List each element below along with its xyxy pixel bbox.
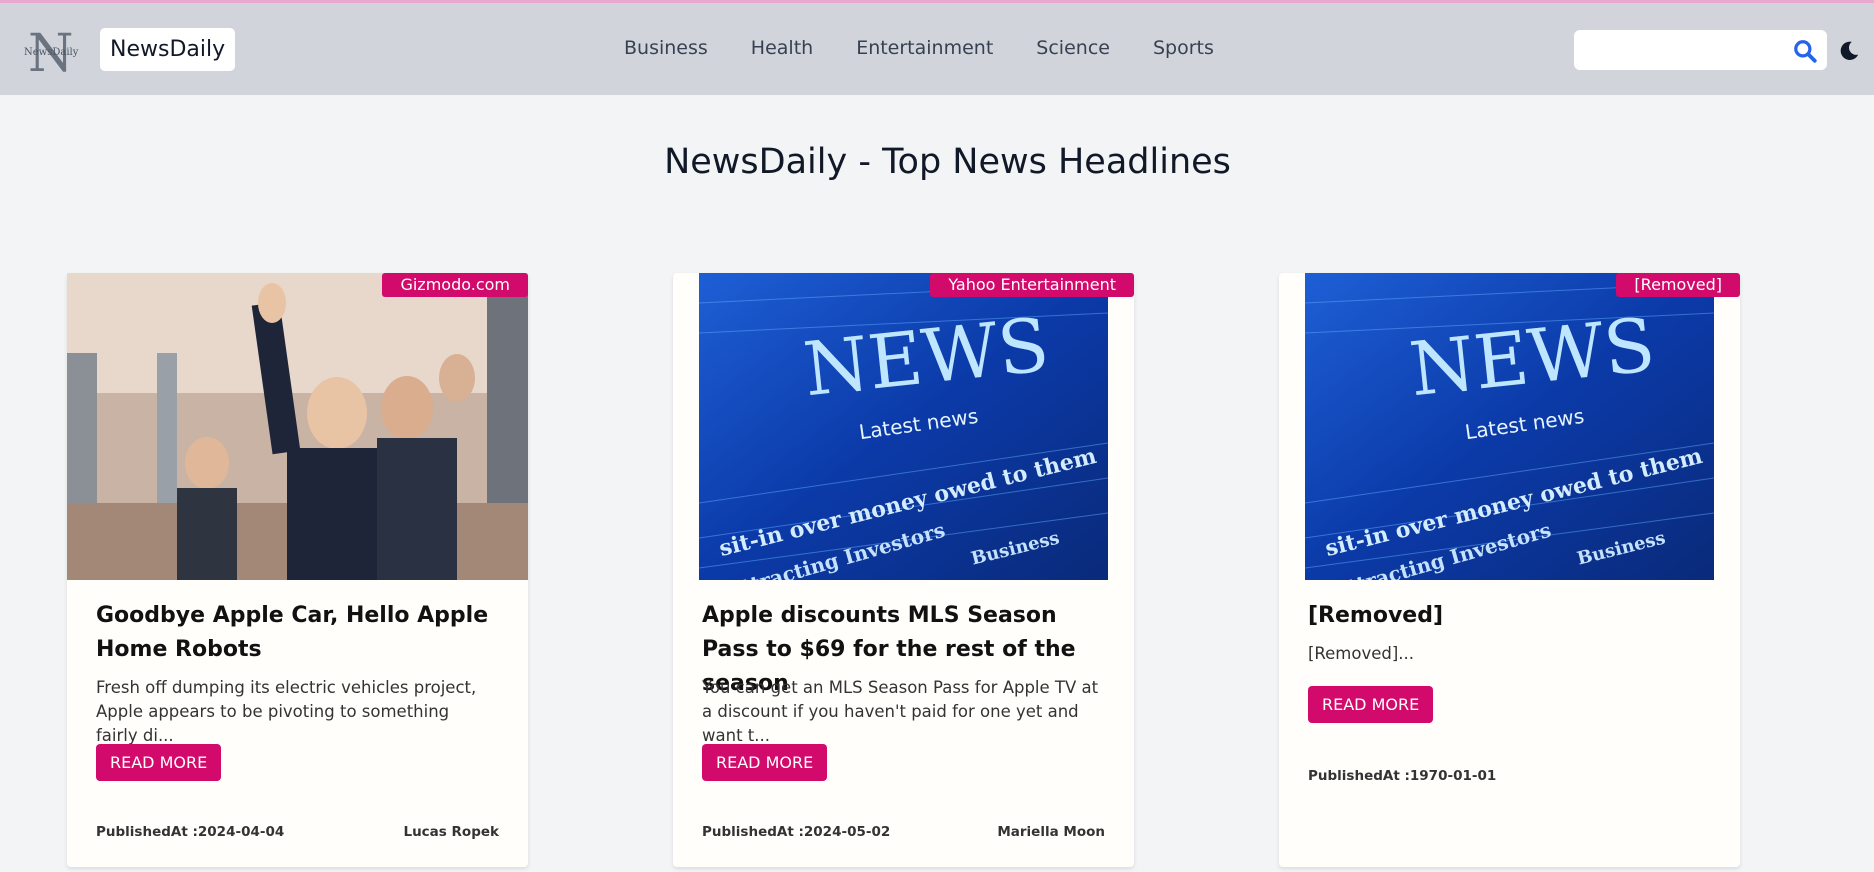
card-image: NEWS Latest news sit-in over money owed … <box>699 273 1108 580</box>
news-card: NEWS Latest news sit-in over money owed … <box>1279 273 1740 867</box>
source-badge: [Removed] <box>1616 273 1740 297</box>
read-more-button[interactable]: READ MORE <box>702 744 828 781</box>
card-description: You can get an MLS Season Pass for Apple… <box>702 678 1099 745</box>
card-title: [Removed] <box>1308 603 1444 628</box>
search-icon[interactable] <box>1792 38 1818 64</box>
read-more-button[interactable]: READ MORE <box>96 744 222 781</box>
search-box <box>1574 30 1827 70</box>
news-card: Gizmodo.com Goodbye Apple Car, Hello App… <box>67 273 528 867</box>
nav-sports[interactable]: Sports <box>1153 37 1214 59</box>
card-description: [Removed]... <box>1308 644 1415 663</box>
card-image: NEWS Latest news sit-in over money owed … <box>1305 273 1714 580</box>
nav-entertainment[interactable]: Entertainment <box>856 37 993 59</box>
nav-health[interactable]: Health <box>751 37 813 59</box>
published-date: PublishedAt :2024-04-04 <box>96 824 285 840</box>
nav-science[interactable]: Science <box>1036 37 1110 59</box>
news-card: NEWS Latest news sit-in over money owed … <box>673 273 1134 867</box>
source-badge: Gizmodo.com <box>382 273 528 297</box>
source-badge: Yahoo Entertainment <box>930 273 1134 297</box>
published-date: PublishedAt :2024-05-02 <box>702 824 891 840</box>
card-title: Goodbye Apple Car, Hello Apple Home Robo… <box>96 603 489 662</box>
card-description: Fresh off dumping its electric vehicles … <box>96 678 477 745</box>
category-nav: Business Health Entertainment Science Sp… <box>624 37 1214 59</box>
published-date: PublishedAt :1970-01-01 <box>1308 768 1497 784</box>
read-more-button[interactable]: READ MORE <box>1308 686 1434 723</box>
brand-link[interactable]: NewsDaily <box>100 28 236 71</box>
card-image <box>67 273 528 580</box>
page-title: NewsDaily - Top News Headlines <box>664 142 1231 182</box>
moon-icon[interactable] <box>1838 40 1860 62</box>
nav-business[interactable]: Business <box>624 37 708 59</box>
navbar: N NewsDaily NewsDaily Business Health En… <box>0 3 1874 95</box>
logo-icon[interactable]: N NewsDaily <box>24 24 86 84</box>
author: Lucas Ropek <box>403 824 499 840</box>
svg-text:NewsDaily: NewsDaily <box>24 47 79 58</box>
author: Mariella Moon <box>997 824 1105 840</box>
search-input[interactable] <box>1574 30 1784 70</box>
